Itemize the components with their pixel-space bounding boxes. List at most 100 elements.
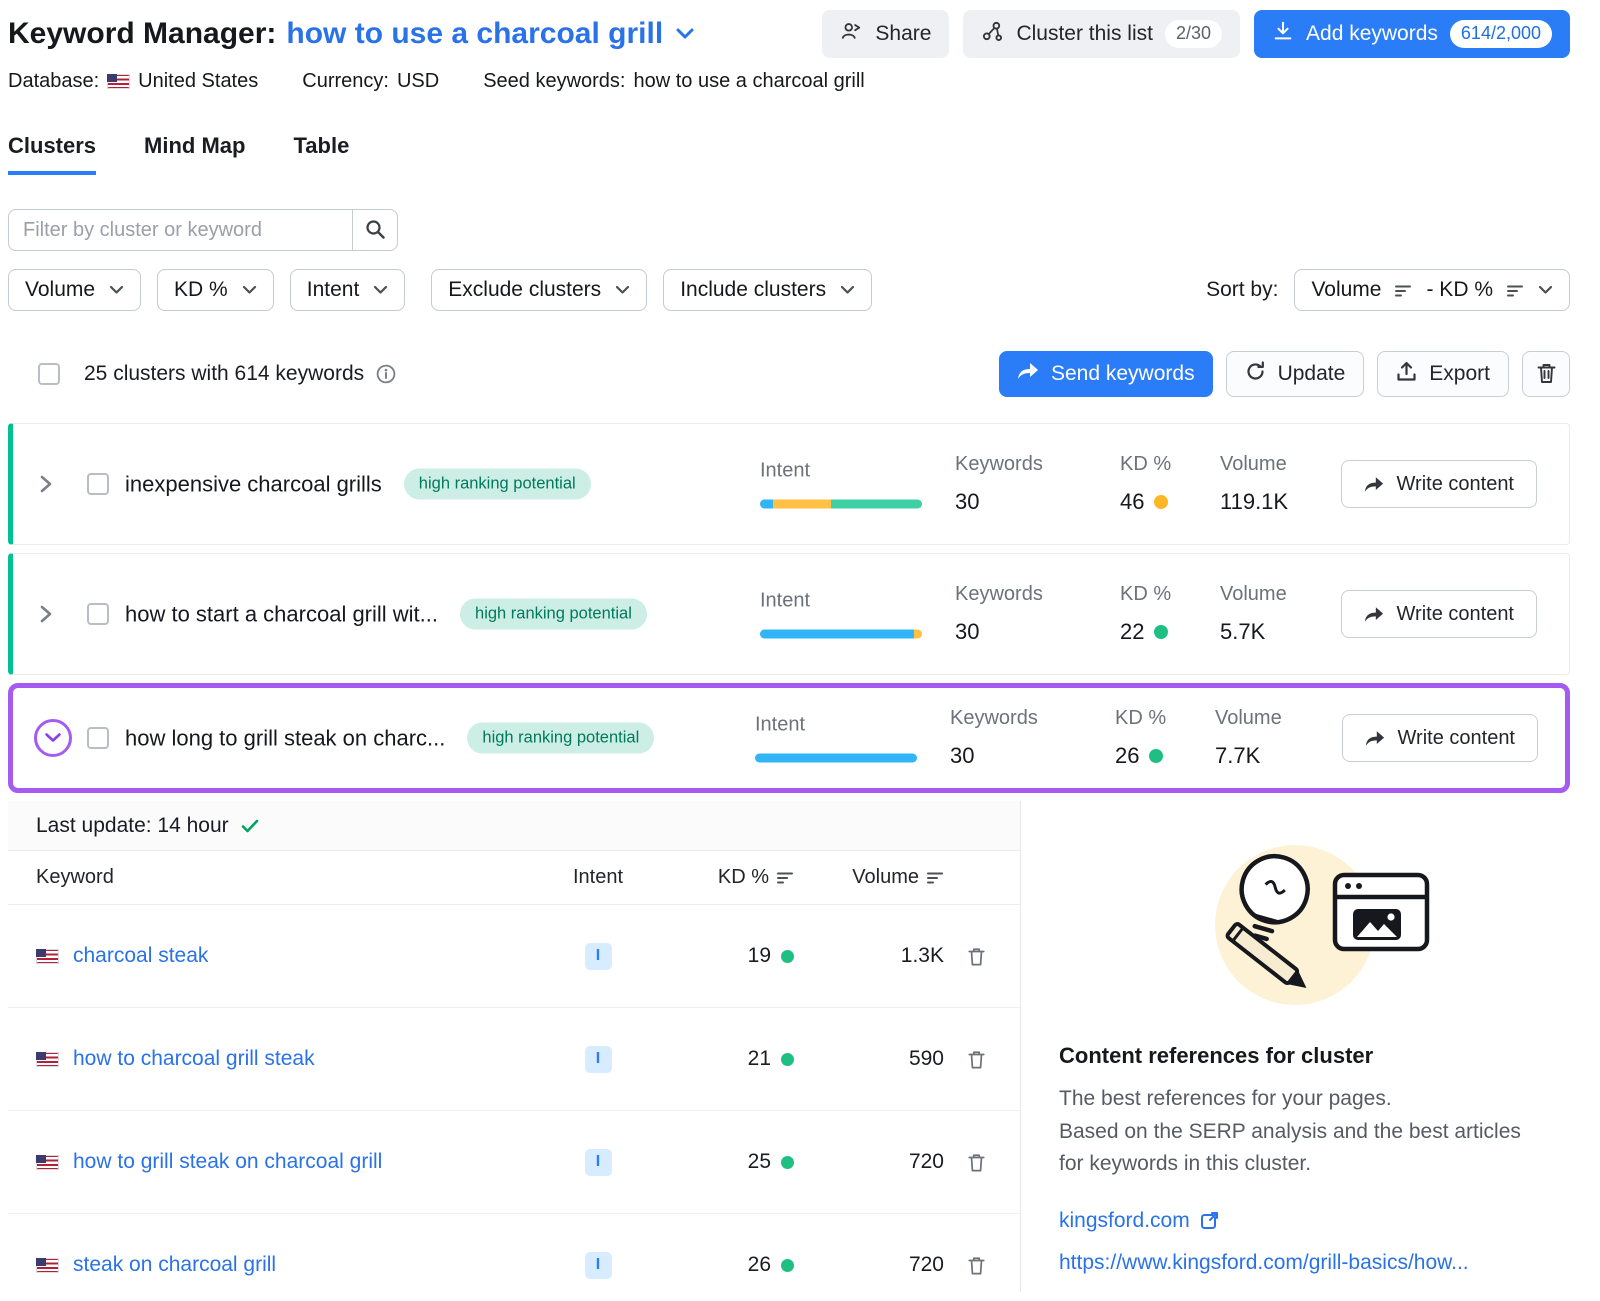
cluster-icon xyxy=(981,20,1004,49)
kd-value: 21 xyxy=(748,1047,771,1071)
share-icon xyxy=(840,20,863,48)
chevron-down-icon[interactable] xyxy=(675,27,695,41)
kd-filter-dropdown[interactable]: KD % xyxy=(157,269,274,311)
info-icon[interactable] xyxy=(376,364,396,384)
send-keywords-label: Send keywords xyxy=(1051,362,1195,386)
volume-header-label: Volume xyxy=(852,866,919,889)
kd-value: 46 xyxy=(1120,489,1144,515)
write-content-button[interactable]: Write content xyxy=(1341,460,1537,508)
chevron-down-icon xyxy=(1538,285,1553,295)
intent-column-label: Intent xyxy=(760,590,922,613)
cluster-name[interactable]: how to start a charcoal grill wit... xyxy=(125,601,438,627)
trash-icon xyxy=(967,946,986,967)
write-content-button[interactable]: Write content xyxy=(1341,590,1537,638)
clusters-summary: 25 clusters with 614 keywords xyxy=(84,362,396,386)
search-icon xyxy=(364,218,386,243)
reference-domain-link[interactable]: kingsford.com xyxy=(1059,1209,1219,1233)
volume-header[interactable]: Volume xyxy=(794,866,944,889)
kd-header[interactable]: KD % xyxy=(644,866,794,889)
kd-value: 25 xyxy=(748,1150,771,1174)
search-button[interactable] xyxy=(352,209,398,251)
us-flag-icon xyxy=(36,1155,59,1170)
delete-keyword-button[interactable] xyxy=(944,946,1008,967)
keywords-column-label: Keywords xyxy=(955,453,1043,476)
database-meta: Database: United States xyxy=(8,70,258,93)
cluster-checkbox[interactable] xyxy=(87,727,109,749)
tab-table[interactable]: Table xyxy=(293,133,349,175)
cluster-checkbox[interactable] xyxy=(87,603,109,625)
chevron-down-icon xyxy=(242,285,257,295)
keywords-count: 30 xyxy=(955,489,1043,515)
tab-clusters[interactable]: Clusters xyxy=(8,133,96,175)
list-name-dropdown[interactable]: how to use a charcoal grill xyxy=(286,17,663,51)
keyword-table-header: Keyword Intent KD % Volume xyxy=(8,851,1020,905)
external-link-icon xyxy=(1200,1211,1219,1230)
cluster-name[interactable]: how long to grill steak on charc... xyxy=(125,725,445,751)
cluster-this-list-button[interactable]: Cluster this list 2/30 xyxy=(963,10,1240,58)
intent-bar xyxy=(760,500,922,509)
select-all-checkbox[interactable] xyxy=(38,363,60,385)
kd-dot xyxy=(781,1156,794,1169)
keywords-column: Keywords 30 xyxy=(955,453,1043,515)
keyword-link[interactable]: steak on charcoal grill xyxy=(73,1253,276,1277)
expand-chevron-icon[interactable] xyxy=(39,474,53,494)
exclude-clusters-label: Exclude clusters xyxy=(448,278,601,302)
forward-arrow-icon xyxy=(1364,476,1384,493)
exclude-clusters-dropdown[interactable]: Exclude clusters xyxy=(431,269,647,311)
update-button[interactable]: Update xyxy=(1226,351,1365,397)
volume-value: 119.1K xyxy=(1220,489,1288,515)
collapse-chevron-icon[interactable] xyxy=(34,719,72,757)
kd-filter-label: KD % xyxy=(174,278,228,302)
cluster-row: inexpensive charcoal grills high ranking… xyxy=(8,423,1570,545)
share-label: Share xyxy=(875,22,931,46)
add-keywords-button[interactable]: Add keywords 614/2,000 xyxy=(1254,10,1570,58)
filter-search xyxy=(8,209,1570,251)
volume-column-label: Volume xyxy=(1220,453,1288,476)
intent-filter-dropdown[interactable]: Intent xyxy=(290,269,406,311)
refresh-icon xyxy=(1245,361,1266,388)
intent-badge: I xyxy=(585,943,612,970)
volume-filter-dropdown[interactable]: Volume xyxy=(8,269,141,311)
keyword-row: charcoal steak I 19 1.3K xyxy=(8,905,1020,1008)
keywords-column-label: Keywords xyxy=(950,707,1038,730)
reference-url-link[interactable]: https://www.kingsford.com/grill-basics/h… xyxy=(1059,1251,1530,1275)
keyword-row: how to grill steak on charcoal grill I 2… xyxy=(8,1111,1020,1214)
send-keywords-button[interactable]: Send keywords xyxy=(999,351,1213,397)
currency-value: USD xyxy=(397,70,439,93)
kd-dot xyxy=(781,1259,794,1272)
delete-keyword-button[interactable] xyxy=(944,1152,1008,1173)
keyword-link[interactable]: how to charcoal grill steak xyxy=(73,1047,315,1071)
keyword-link[interactable]: how to grill steak on charcoal grill xyxy=(73,1150,382,1174)
sort-icon xyxy=(777,871,794,884)
write-content-button[interactable]: Write content xyxy=(1342,714,1538,762)
kd-column-label: KD % xyxy=(1120,453,1171,476)
volume-value: 590 xyxy=(909,1047,944,1071)
top-actions: Share Cluster this list 2/30 Add keyword… xyxy=(822,10,1570,58)
write-content-label: Write content xyxy=(1397,473,1514,496)
references-title: Content references for cluster xyxy=(1059,1043,1530,1069)
tab-mind-map[interactable]: Mind Map xyxy=(144,133,245,175)
cluster-count-badge: 2/30 xyxy=(1165,20,1222,48)
intent-badge: I xyxy=(585,1252,612,1279)
delete-keyword-button[interactable] xyxy=(944,1049,1008,1070)
export-icon xyxy=(1396,361,1417,388)
delete-list-button[interactable] xyxy=(1522,351,1570,397)
keyword-link[interactable]: charcoal steak xyxy=(73,944,208,968)
cluster-checkbox[interactable] xyxy=(87,473,109,495)
chevron-down-icon xyxy=(373,285,388,295)
cluster-name[interactable]: inexpensive charcoal grills xyxy=(125,471,382,497)
expand-chevron-icon[interactable] xyxy=(39,604,53,624)
sort-by-dropdown[interactable]: Volume - KD % xyxy=(1294,269,1570,311)
share-button[interactable]: Share xyxy=(822,10,949,58)
cluster-name-group: how to start a charcoal grill wit... hig… xyxy=(125,599,647,630)
cluster-filter-input[interactable] xyxy=(8,209,352,251)
intent-bar xyxy=(755,754,917,763)
us-flag-icon xyxy=(36,1258,59,1273)
delete-keyword-button[interactable] xyxy=(944,1255,1008,1276)
export-button[interactable]: Export xyxy=(1377,351,1509,397)
keywords-count: 30 xyxy=(955,619,1043,645)
include-clusters-dropdown[interactable]: Include clusters xyxy=(663,269,872,311)
export-label: Export xyxy=(1429,362,1490,386)
kd-dot xyxy=(1154,495,1168,509)
top-bar: Keyword Manager: how to use a charcoal g… xyxy=(8,0,1570,58)
